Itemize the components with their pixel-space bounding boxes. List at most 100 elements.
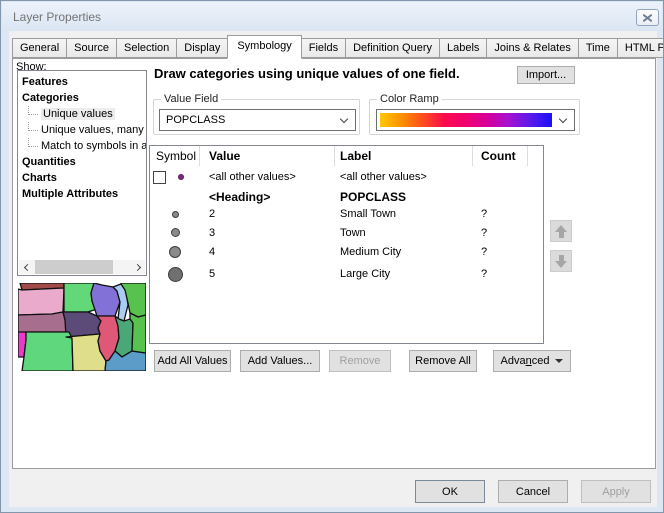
value-field-label: Value Field	[161, 93, 221, 105]
tree-item-quantities[interactable]: Quantities	[18, 154, 146, 170]
tab-html-popup[interactable]: HTML Popup	[617, 38, 664, 58]
symbology-preview-map	[18, 283, 146, 371]
chevron-right-icon	[133, 263, 140, 270]
color-ramp-gradient	[380, 113, 552, 127]
apply-button[interactable]: Apply	[581, 480, 651, 503]
remove-all-button[interactable]: Remove All	[409, 350, 477, 372]
point-symbol-icon[interactable]	[178, 174, 184, 180]
tree-item-features[interactable]: Features	[18, 74, 146, 90]
add-values-button[interactable]: Add Values...	[240, 350, 320, 372]
tab-source[interactable]: Source	[66, 38, 117, 58]
scroll-right-button[interactable]	[131, 260, 145, 274]
table-header: Symbol Value Label Count	[150, 146, 543, 166]
chevron-left-icon	[23, 263, 30, 270]
label-cell: POPCLASS	[335, 190, 473, 204]
table-row-heading[interactable]: <Heading> POPCLASS	[150, 188, 543, 205]
header-count: Count	[473, 146, 528, 166]
layer-properties-dialog: Layer Properties General Source Selectio…	[0, 0, 664, 513]
point-symbol-icon[interactable]	[172, 211, 179, 218]
tree-item-multiple-attributes[interactable]: Multiple Attributes	[18, 186, 146, 202]
point-symbol-icon[interactable]	[168, 267, 183, 282]
value-cell: 4	[200, 246, 335, 258]
tree-item-unique-values-many[interactable]: Unique values, many	[18, 122, 146, 138]
close-icon	[642, 13, 653, 22]
arrow-up-icon-stem	[559, 232, 564, 238]
tab-symbology[interactable]: Symbology	[227, 35, 301, 59]
value-cell: <all other values>	[200, 171, 335, 183]
table-row-value-4[interactable]: 4 Medium City ?	[150, 242, 543, 262]
color-ramp-dropdown[interactable]	[376, 109, 575, 131]
table-row-value-5[interactable]: 5 Large City ?	[150, 262, 543, 286]
titlebar[interactable]: Layer Properties	[2, 2, 662, 31]
chevron-down-icon	[340, 115, 348, 123]
tab-bar: General Source Selection Display Symbolo…	[12, 38, 664, 58]
tree-connector	[28, 106, 38, 115]
value-field-dropdown[interactable]: POPCLASS	[159, 109, 356, 131]
label-cell: <all other values>	[335, 171, 473, 183]
color-ramp-group: Color Ramp	[369, 99, 580, 135]
map-image	[18, 283, 146, 371]
header-symbol: Symbol	[150, 146, 200, 166]
arrow-up-icon	[555, 225, 567, 232]
count-cell: ?	[473, 246, 528, 258]
point-symbol-icon[interactable]	[171, 228, 180, 237]
point-symbol-icon[interactable]	[169, 246, 181, 258]
count-cell: ?	[473, 227, 528, 239]
count-cell: ?	[473, 268, 528, 280]
table-row-value-2[interactable]: 2 Small Town ?	[150, 205, 543, 223]
label-cell: Small Town	[335, 208, 473, 220]
label-cell: Large City	[335, 268, 473, 280]
value-field-selected-value: POPCLASS	[166, 114, 225, 126]
table-row-value-3[interactable]: 3 Town ?	[150, 223, 543, 242]
move-down-button[interactable]	[550, 250, 572, 272]
chevron-down-icon	[559, 115, 567, 123]
tab-selection[interactable]: Selection	[116, 38, 177, 58]
arrow-down-icon	[555, 261, 567, 268]
header-label: Label	[335, 146, 473, 166]
header-value: Value	[200, 146, 335, 166]
scroll-thumb[interactable]	[35, 260, 113, 274]
tree-hscrollbar[interactable]	[19, 260, 145, 274]
advanced-menu-button[interactable]: Advanced	[493, 350, 571, 372]
remove-button[interactable]: Remove	[329, 350, 391, 372]
import-button[interactable]: Import...	[517, 66, 575, 84]
values-table: Symbol Value Label Count <all other valu…	[149, 145, 544, 344]
tab-labels[interactable]: Labels	[439, 38, 487, 58]
tree-connector	[28, 138, 38, 147]
close-button[interactable]	[636, 9, 659, 26]
tab-fields[interactable]: Fields	[301, 38, 346, 58]
tab-time[interactable]: Time	[578, 38, 618, 58]
draw-method-description: Draw categories using unique values of o…	[154, 66, 460, 81]
value-cell: <Heading>	[200, 190, 335, 204]
tree-item-match-to-symbols[interactable]: Match to symbols in a	[18, 138, 146, 154]
tab-display[interactable]: Display	[176, 38, 228, 58]
caret-down-icon	[555, 359, 563, 363]
value-cell: 3	[200, 227, 335, 239]
tree-item-unique-values[interactable]: Unique values	[18, 106, 146, 122]
value-field-group: Value Field POPCLASS	[153, 99, 360, 135]
count-cell: ?	[473, 208, 528, 220]
value-cell: 2	[200, 208, 335, 220]
ok-button[interactable]: OK	[415, 480, 485, 503]
scroll-track[interactable]	[33, 260, 131, 274]
label-cell: Town	[335, 227, 473, 239]
window-title: Layer Properties	[13, 10, 101, 24]
add-all-values-button[interactable]: Add All Values	[154, 350, 231, 372]
table-row-all-other-values[interactable]: <all other values> <all other values>	[150, 166, 543, 188]
color-ramp-label: Color Ramp	[377, 93, 442, 105]
show-tree: Features Categories Unique values Unique…	[17, 70, 147, 276]
dialog-body: General Source Selection Display Symbolo…	[9, 31, 657, 507]
tree-item-charts[interactable]: Charts	[18, 170, 146, 186]
tab-general[interactable]: General	[12, 38, 67, 58]
advanced-label: Advanced	[501, 355, 550, 367]
cancel-button[interactable]: Cancel	[498, 480, 568, 503]
value-cell: 5	[200, 268, 335, 280]
scroll-left-button[interactable]	[19, 260, 33, 274]
move-up-button[interactable]	[550, 220, 572, 242]
symbology-tab-page: Show: Features Categories Unique values …	[12, 58, 656, 469]
tree-connector	[28, 122, 38, 131]
tab-joins-relates[interactable]: Joins & Relates	[486, 38, 578, 58]
all-other-values-checkbox[interactable]	[153, 171, 166, 184]
tree-item-categories[interactable]: Categories	[18, 90, 146, 106]
tab-definition-query[interactable]: Definition Query	[345, 38, 440, 58]
